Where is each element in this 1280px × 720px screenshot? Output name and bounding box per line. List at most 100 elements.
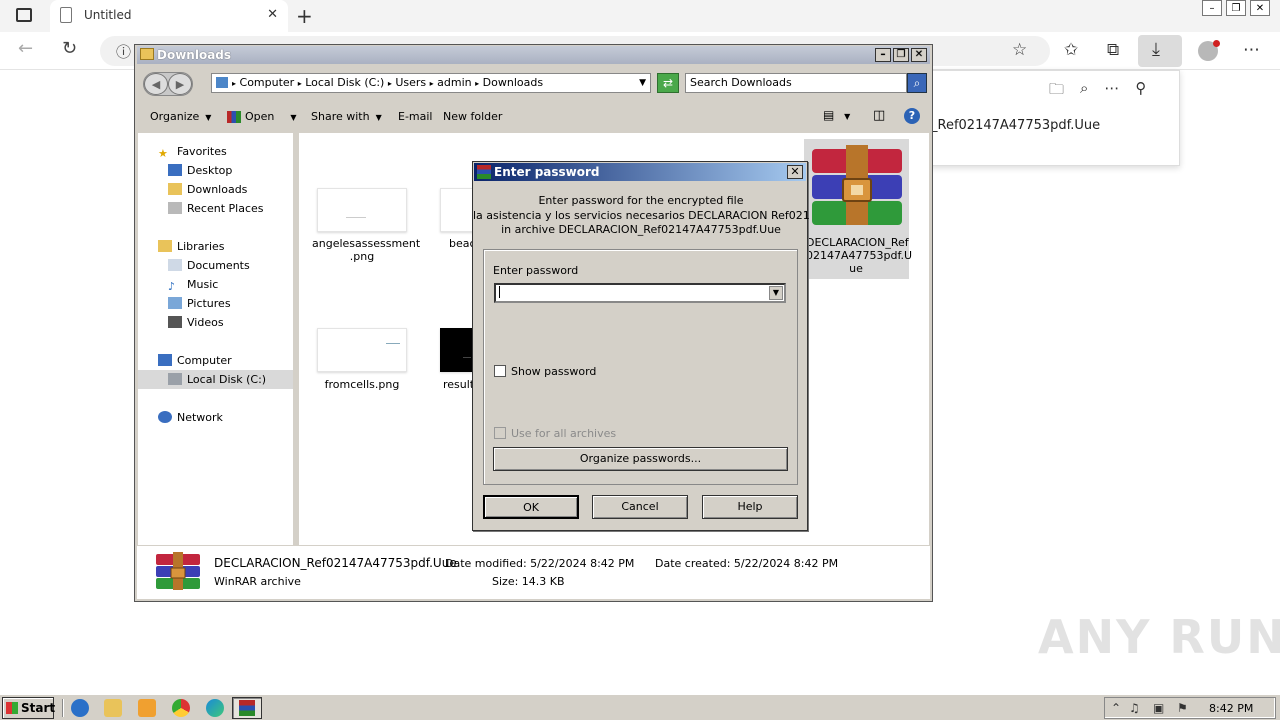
new-tab-button[interactable]: +	[296, 4, 313, 28]
nav-libraries[interactable]: Libraries	[158, 240, 225, 253]
maximize-button[interactable]: ❐	[893, 48, 909, 62]
close-button[interactable]: ✕	[1250, 0, 1270, 16]
download-filename[interactable]: _Ref02147A47753pdf.Uue	[931, 118, 1100, 133]
dialog-titlebar[interactable]: Enter password ✕	[474, 163, 806, 181]
winrar-archive-icon	[812, 145, 902, 225]
nav-music[interactable]: ♪ Music	[168, 278, 218, 293]
file-thumbnail[interactable]	[317, 328, 407, 372]
close-icon[interactable]: ✕	[787, 165, 803, 179]
help-icon[interactable]: ?	[904, 108, 920, 124]
media-player-icon[interactable]	[138, 699, 156, 717]
edge-icon[interactable]	[206, 699, 224, 717]
tab-close-icon[interactable]: ✕	[267, 7, 278, 22]
explorer-icon[interactable]	[104, 699, 122, 717]
nav-downloads[interactable]: Downloads	[168, 183, 247, 196]
network-icon[interactable]: ▣	[1153, 701, 1164, 715]
file-name[interactable]: angelesassessment .png	[312, 237, 420, 263]
use-for-all-archives-checkbox[interactable]	[494, 427, 506, 439]
breadcrumb[interactable]: ▸ Computer ▸ Local Disk (C:) ▸ Users ▸ a…	[211, 73, 651, 93]
recent-places-icon	[168, 202, 182, 214]
tab-actions-icon[interactable]	[16, 8, 32, 22]
flag-icon[interactable]: ⚑	[1177, 701, 1188, 715]
cancel-button[interactable]: Cancel	[592, 495, 688, 519]
start-button[interactable]: Start	[2, 697, 55, 719]
refresh-icon[interactable]: ⇄	[657, 73, 679, 93]
help-button[interactable]: Help	[702, 495, 798, 519]
taskbar: Start ⌃ ♫ ▣ ⚑ 8:42 PM	[0, 694, 1280, 720]
file-thumbnail[interactable]	[317, 188, 407, 232]
search-icon[interactable]: ⌕	[907, 73, 927, 93]
refresh-icon[interactable]: ↻	[62, 38, 77, 59]
nav-network[interactable]: Network	[158, 411, 223, 424]
page-icon	[60, 7, 72, 23]
email-button[interactable]: E-mail	[398, 110, 433, 123]
nav-local-disk[interactable]: Local Disk (C:)	[138, 370, 293, 389]
selected-file-item[interactable]: DECLARACION_Ref 02147A47753pdf.U ue	[804, 139, 912, 279]
winrar-taskbar-button[interactable]	[232, 697, 262, 719]
search-input[interactable]: Search Downloads	[685, 73, 907, 93]
breadcrumb-computer[interactable]: Computer	[240, 76, 295, 89]
nav-favorites[interactable]: ★ Favorites	[158, 145, 227, 160]
show-hidden-icons-icon[interactable]: ⌃	[1111, 701, 1121, 715]
back-icon[interactable]: ←	[18, 38, 33, 59]
volume-icon[interactable]: ♫	[1129, 701, 1140, 715]
downloads-button[interactable]: ⤓	[1138, 35, 1182, 67]
back-arrow-icon[interactable]: ◀	[144, 73, 168, 95]
ok-button[interactable]: OK	[483, 495, 579, 519]
breadcrumb-admin[interactable]: admin	[437, 76, 471, 89]
details-pane: DECLARACION_Ref02147A47753pdf.Uue WinRAR…	[137, 545, 930, 599]
view-options-icon[interactable]: ▤ ▼	[823, 108, 850, 122]
breadcrumb-downloads[interactable]: Downloads	[483, 76, 543, 89]
explorer-titlebar[interactable]: Downloads – ❐ ✕	[137, 46, 930, 64]
password-input[interactable]: ▼	[494, 283, 786, 303]
organize-passwords-button[interactable]: Organize passwords...	[493, 447, 788, 471]
preview-pane-icon[interactable]: ◫	[873, 108, 885, 123]
chevron-down-icon[interactable]: ▼	[639, 74, 646, 92]
browser-tab[interactable]: Untitled ✕	[50, 0, 288, 32]
restore-button[interactable]: ❐	[1226, 0, 1246, 16]
more-options-icon[interactable]: ⋯	[1104, 79, 1119, 104]
password-group: Enter password ▼ Show password Use for a…	[483, 249, 798, 485]
show-password-label[interactable]: Show password	[511, 365, 596, 378]
add-favorite-icon[interactable]: ☆	[1012, 40, 1027, 60]
collections-icon[interactable]: ⧉	[1107, 40, 1119, 60]
nav-videos[interactable]: Videos	[168, 316, 224, 329]
star-icon: ★	[158, 147, 168, 160]
nav-pictures[interactable]: Pictures	[168, 297, 231, 310]
folder-icon	[140, 48, 154, 60]
enter-password-dialog: Enter password ✕ Enter password for the …	[472, 161, 809, 531]
open-button[interactable]: Open ▼	[227, 110, 297, 123]
more-icon[interactable]: ⋯	[1243, 40, 1260, 60]
pin-icon[interactable]: ⚲	[1135, 79, 1146, 104]
system-tray: ⌃ ♫ ▣ ⚑ 8:42 PM	[1104, 697, 1276, 719]
nav-documents[interactable]: Documents	[168, 259, 250, 272]
breadcrumb-users[interactable]: Users	[395, 76, 426, 89]
new-folder-button[interactable]: New folder	[443, 110, 502, 123]
dialog-message: Enter password for the encrypted file la…	[473, 194, 809, 236]
search-icon[interactable]: ⌕	[1080, 79, 1088, 104]
organize-button[interactable]: Organize ▼	[150, 110, 211, 123]
profile-avatar[interactable]	[1198, 40, 1220, 61]
downloads-panel: 🗀 ⌕ ⋯ ⚲ _Ref02147A47753pdf.Uue	[930, 70, 1180, 166]
browser-window-controls: – ❐ ✕	[1202, 0, 1270, 16]
winrar-icon	[239, 700, 255, 716]
chrome-icon[interactable]	[172, 699, 190, 717]
breadcrumb-local-disk[interactable]: Local Disk (C:)	[305, 76, 384, 89]
file-name[interactable]: fromcells.png	[312, 378, 412, 391]
forward-arrow-icon[interactable]: ▶	[168, 73, 192, 95]
nav-computer[interactable]: Computer	[158, 354, 232, 367]
minimize-button[interactable]: –	[875, 48, 891, 62]
info-icon[interactable]: ⓘ	[116, 41, 131, 62]
nav-recent-places[interactable]: Recent Places	[168, 202, 264, 215]
explorer-command-bar: Organize ▼ Open ▼ Share with ▼ E-mail New f…	[137, 103, 930, 131]
internet-explorer-icon[interactable]	[71, 699, 89, 717]
close-button[interactable]: ✕	[911, 48, 927, 62]
favorites-icon[interactable]: ✩	[1064, 40, 1078, 60]
chevron-down-icon[interactable]: ▼	[769, 286, 783, 300]
open-folder-icon[interactable]: 🗀	[1049, 79, 1064, 104]
show-password-checkbox[interactable]	[494, 365, 506, 377]
clock[interactable]: 8:42 PM	[1209, 702, 1253, 715]
minimize-button[interactable]: –	[1202, 0, 1222, 16]
nav-desktop[interactable]: Desktop	[168, 164, 232, 177]
share-with-button[interactable]: Share with ▼	[311, 110, 382, 123]
